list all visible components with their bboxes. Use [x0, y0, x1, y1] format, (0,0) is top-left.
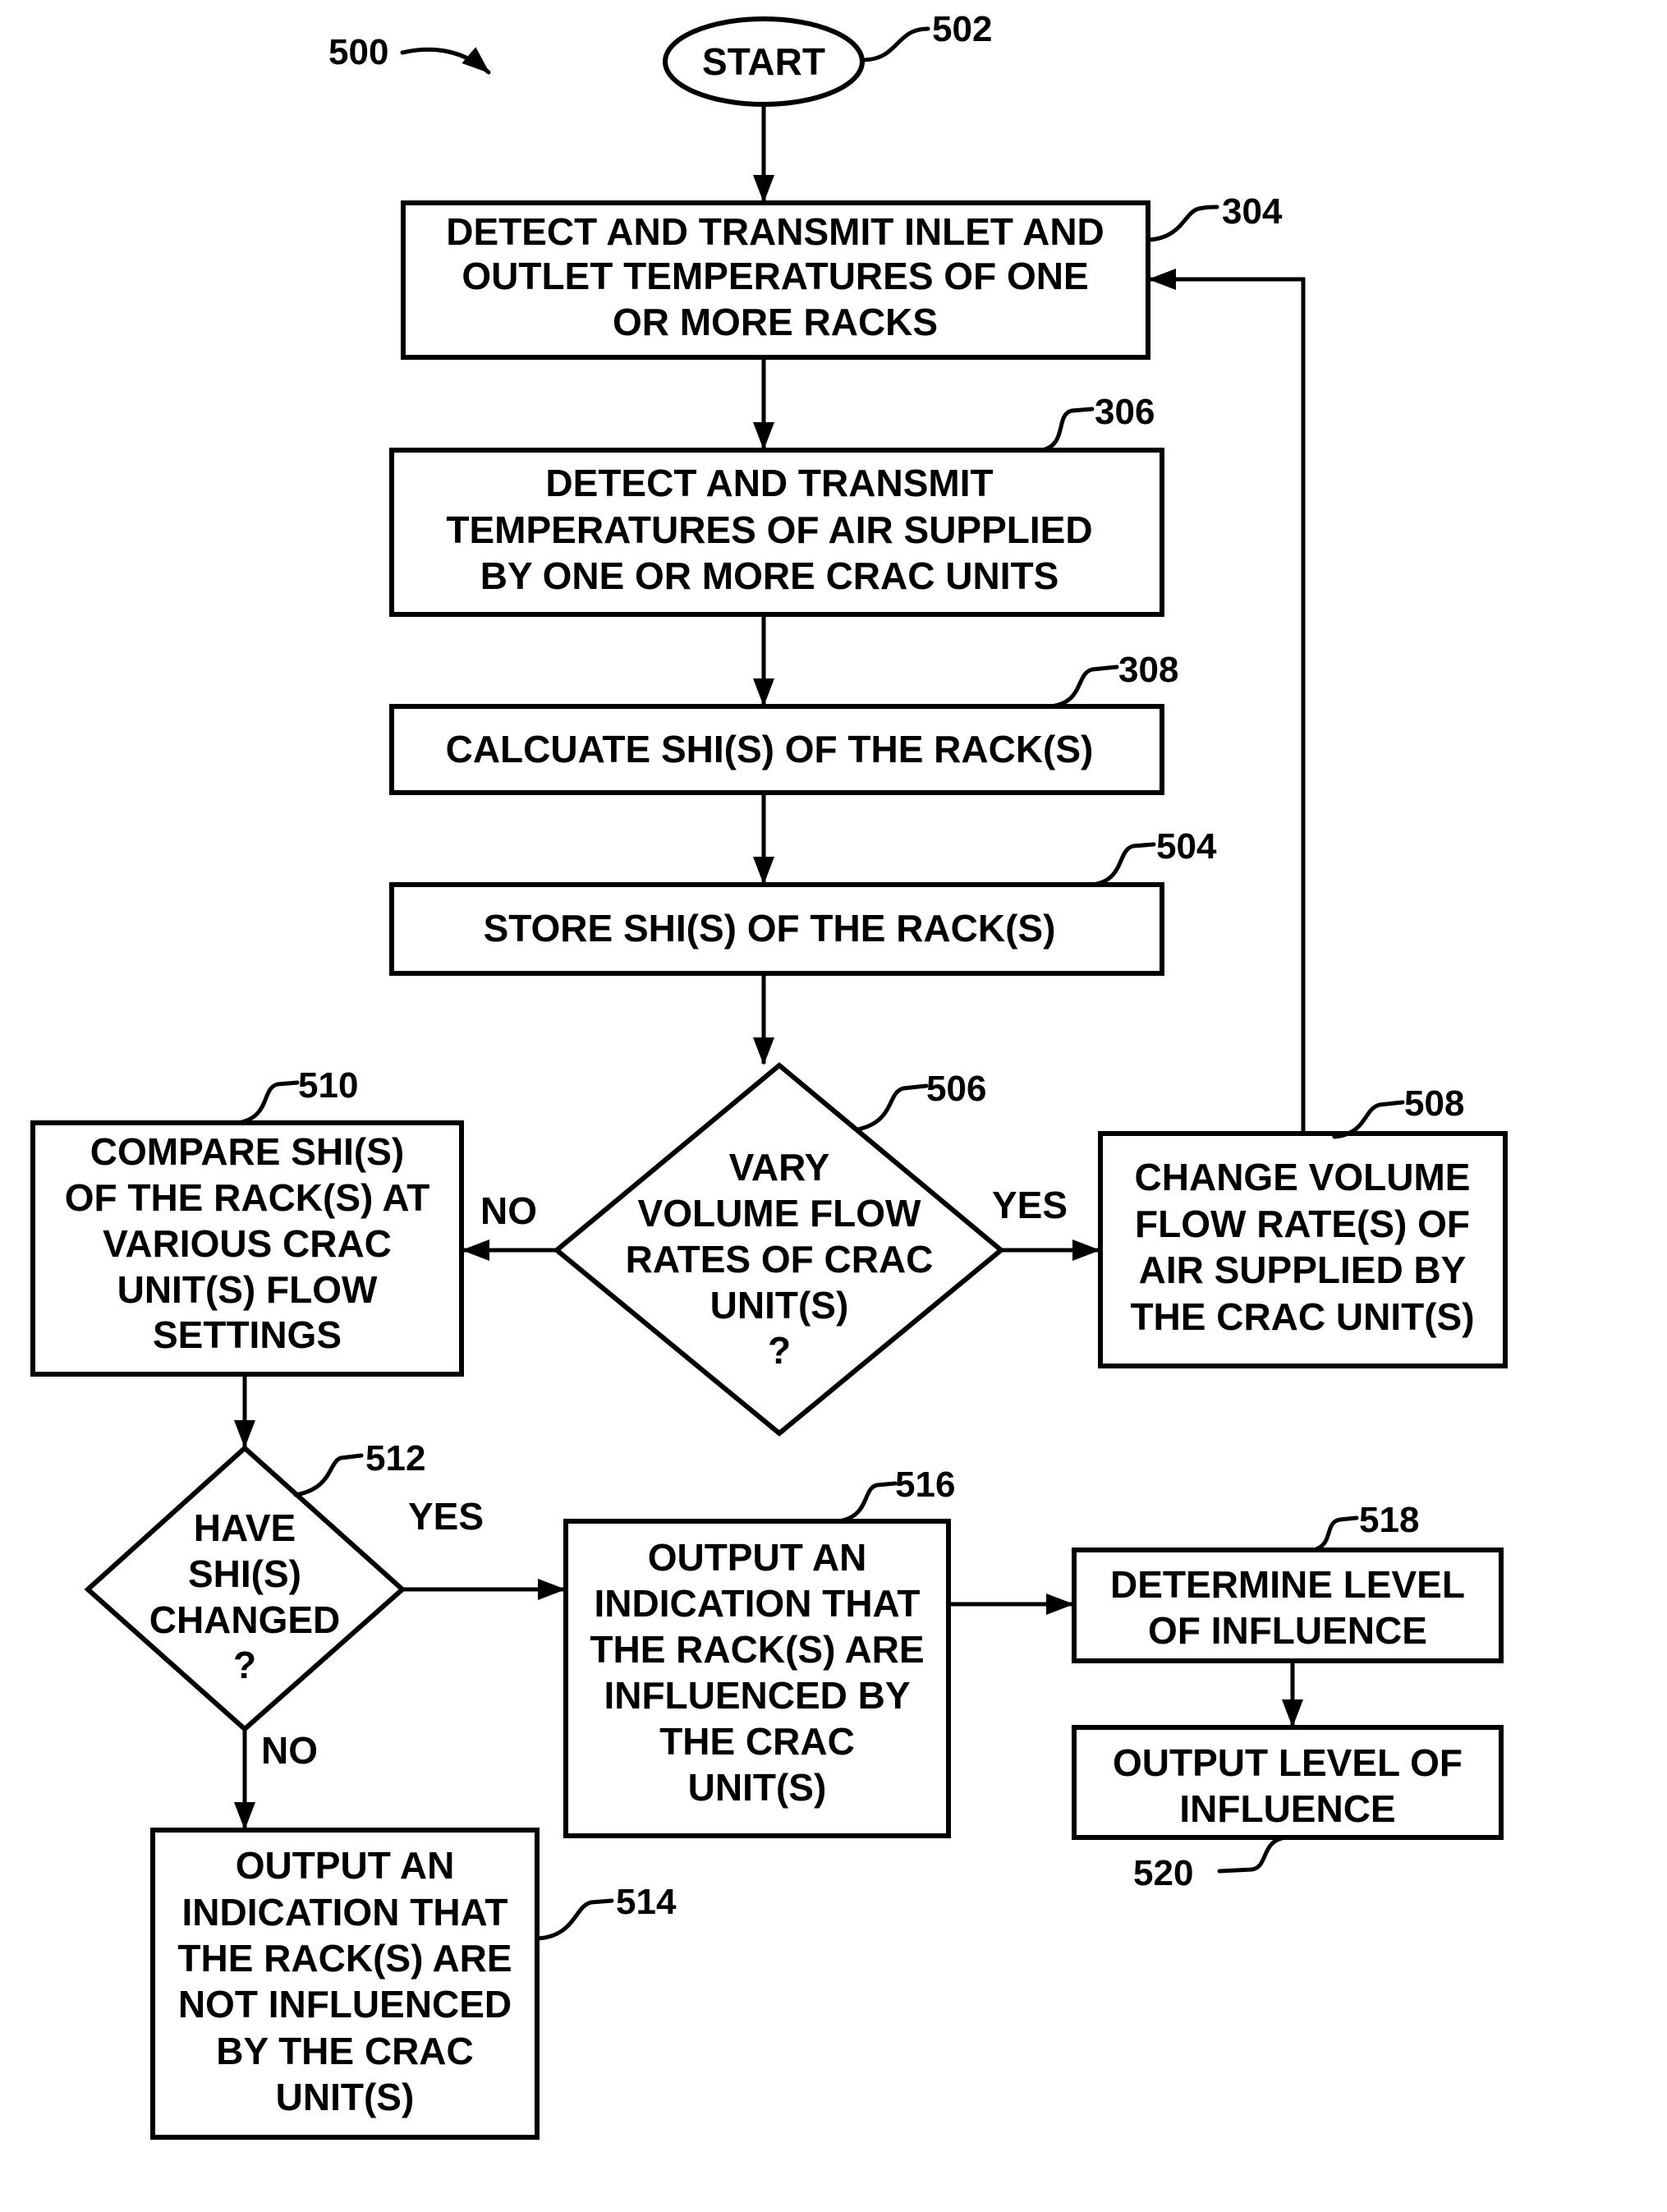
node-504: STORE SHI(S) OF THE RACK(S) 504 [389, 826, 1217, 976]
edge-508-304-loop [1148, 269, 1306, 1134]
node-516-line-5: UNIT(S) [688, 1766, 827, 1809]
ref-502: 502 [932, 9, 992, 49]
node-506-line-0: VARY [729, 1146, 830, 1189]
ref-304: 304 [1222, 191, 1283, 232]
node-510: COMPARE SHI(S) OF THE RACK(S) AT VARIOUS… [30, 1065, 464, 1377]
ref-308-leader [1049, 665, 1119, 709]
ref-514: 514 [616, 1882, 677, 1922]
node-514-line-0: OUTPUT AN [236, 1844, 455, 1887]
node-512-line-1: SHI(S) [188, 1552, 301, 1595]
node-308-line-0: CALCUATE SHI(S) OF THE RACK(S) [446, 728, 1094, 770]
ref-520: 520 [1133, 1853, 1193, 1893]
node-512-line-2: CHANGED [149, 1598, 341, 1641]
node-306-line-0: DETECT AND TRANSMIT [545, 462, 993, 504]
node-508-line-1: FLOW RATE(S) OF [1135, 1203, 1470, 1245]
node-502-start: START 502 [663, 9, 992, 107]
node-306-line-2: BY ONE OR MORE CRAC UNITS [480, 554, 1059, 597]
node-512-decision: HAVE SHI(S) CHANGED ? 512 [84, 1438, 425, 1733]
ref-518: 518 [1359, 1500, 1419, 1540]
node-510-line-3: UNIT(S) FLOW [117, 1268, 378, 1311]
label-506-no: NO [480, 1189, 537, 1232]
node-508-line-2: AIR SUPPLIED BY [1139, 1249, 1467, 1291]
ref-506: 506 [926, 1069, 986, 1109]
ref-308: 308 [1118, 650, 1178, 690]
node-512-line-3: ? [233, 1644, 256, 1686]
node-304-line-1: OUTLET TEMPERATURES OF ONE [462, 255, 1088, 297]
node-306-line-1: TEMPERATURES OF AIR SUPPLIED [446, 508, 1092, 551]
flowchart-500: 500 START 502 DETECT AND TRANSMIT INLET … [30, 9, 1508, 2140]
node-518-line-1: OF INFLUENCE [1148, 1609, 1427, 1652]
figure-ref-500: 500 [328, 32, 388, 72]
node-516-line-1: INDICATION THAT [595, 1582, 921, 1625]
label-512-no: NO [261, 1729, 318, 1772]
ref-516-leader [837, 1481, 898, 1524]
node-514-line-5: UNIT(S) [276, 2076, 415, 2118]
node-518: DETERMINE LEVEL OF INFLUENCE 518 [1072, 1500, 1504, 1663]
node-304-line-0: DETECT AND TRANSMIT INLET AND [446, 210, 1104, 253]
ref-304-leader [1146, 205, 1219, 242]
node-514-line-4: BY THE CRAC [216, 2030, 474, 2072]
node-510-line-1: OF THE RACK(S) AT [65, 1176, 430, 1219]
ref-520-leader [1217, 1835, 1288, 1874]
node-506-line-2: RATES OF CRAC [626, 1238, 934, 1281]
node-516-line-0: OUTPUT AN [648, 1536, 867, 1579]
node-306: DETECT AND TRANSMIT TEMPERATURES OF AIR … [389, 392, 1164, 617]
node-514: OUTPUT AN INDICATION THAT THE RACK(S) AR… [150, 1828, 677, 2140]
node-516-line-3: INFLUENCED BY [604, 1674, 910, 1717]
node-512-line-0: HAVE [194, 1506, 296, 1549]
ref-306-leader [1040, 407, 1095, 453]
node-510-line-4: SETTINGS [153, 1313, 342, 1356]
node-516: OUTPUT AN INDICATION THAT THE RACK(S) AR… [563, 1465, 955, 1838]
ref-510-leader [236, 1080, 300, 1125]
node-308: CALCUATE SHI(S) OF THE RACK(S) 308 [389, 650, 1178, 795]
node-516-line-2: THE RACK(S) ARE [590, 1628, 924, 1671]
node-504-line-0: STORE SHI(S) OF THE RACK(S) [484, 907, 1056, 950]
figure-ref-arrow-icon [400, 47, 491, 75]
ref-518-leader [1311, 1515, 1359, 1552]
node-304: DETECT AND TRANSMIT INLET AND OUTLET TEM… [401, 191, 1283, 360]
ref-506-leader [856, 1083, 929, 1132]
ref-516: 516 [895, 1465, 955, 1505]
node-508-line-0: CHANGE VOLUME [1135, 1156, 1471, 1198]
ref-514-leader [535, 1898, 614, 1941]
node-514-line-1: INDICATION THAT [182, 1891, 508, 1934]
node-502-line-0: START [702, 40, 825, 83]
node-514-line-2: THE RACK(S) ARE [177, 1937, 512, 1980]
ref-502-leader [860, 26, 930, 62]
node-520-line-0: OUTPUT LEVEL OF [1113, 1741, 1463, 1784]
node-510-line-2: VARIOUS CRAC [103, 1222, 392, 1265]
ref-510: 510 [298, 1065, 358, 1106]
node-520-line-1: INFLUENCE [1179, 1787, 1395, 1830]
node-514-line-3: NOT INFLUENCED [178, 1983, 512, 2026]
node-518-line-0: DETERMINE LEVEL [1110, 1563, 1465, 1606]
ref-512-leader [293, 1453, 364, 1497]
ref-508: 508 [1404, 1083, 1464, 1124]
node-516-line-4: THE CRAC [659, 1720, 855, 1763]
node-506-line-3: UNIT(S) [710, 1284, 849, 1327]
ref-504-leader [1090, 842, 1156, 887]
ref-504: 504 [1156, 826, 1217, 867]
ref-306: 306 [1095, 392, 1155, 432]
node-506-decision: VARY VOLUME FLOW RATES OF CRAC UNIT(S) ?… [553, 1062, 1005, 1437]
node-304-line-2: OR MORE RACKS [613, 301, 938, 343]
label-506-yes: YES [992, 1184, 1068, 1226]
ref-512: 512 [365, 1438, 425, 1478]
node-506-line-4: ? [768, 1329, 791, 1372]
node-520: OUTPUT LEVEL OF INFLUENCE 520 [1072, 1725, 1504, 1893]
node-510-line-0: COMPARE SHI(S) [90, 1130, 405, 1173]
node-508-line-3: THE CRAC UNIT(S) [1130, 1295, 1474, 1338]
label-512-yes: YES [408, 1495, 484, 1538]
node-506-line-1: VOLUME FLOW [638, 1192, 922, 1235]
